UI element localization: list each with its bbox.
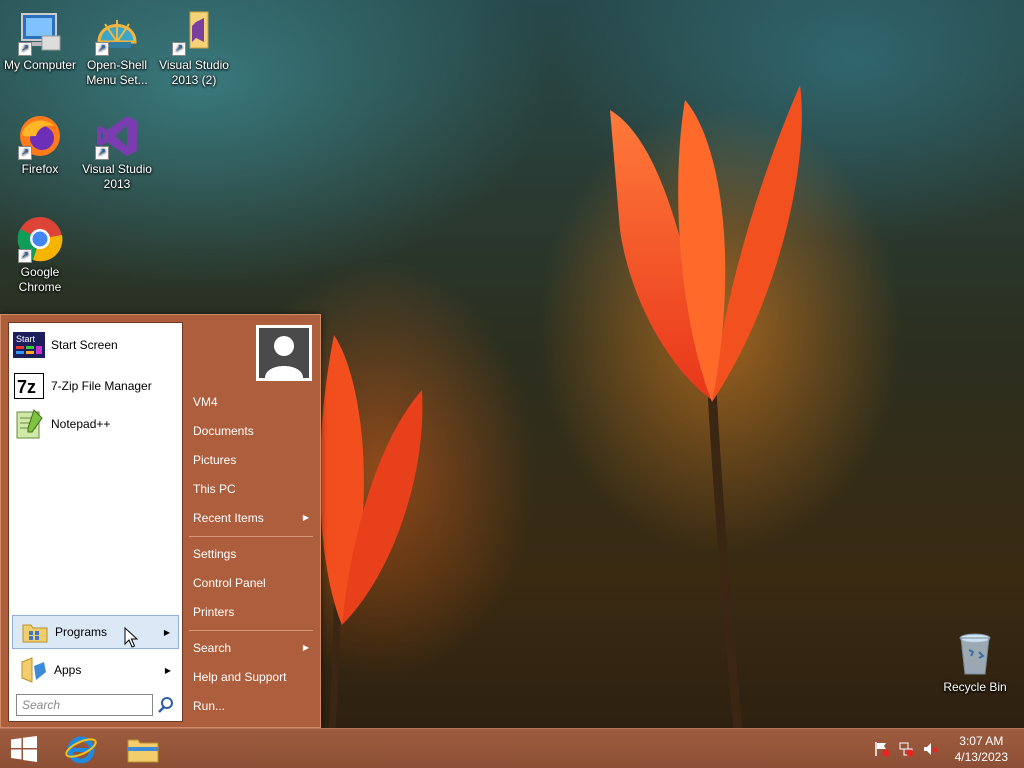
desktop-icon-my-computer[interactable]: ↗ My Computer [0,8,80,73]
computer-icon: ↗ [16,8,64,56]
system-clock[interactable]: 3:07 AM 4/13/2023 [955,733,1008,765]
pinned-item-notepad-plus-plus[interactable]: Notepad++ [13,407,179,441]
svg-text:Start: Start [16,334,36,344]
action-center-flag-icon[interactable] [874,741,890,757]
apps-menu-item[interactable]: Apps ▶ [12,653,179,687]
shortcut-arrow-icon: ↗ [18,146,32,160]
clock-date: 4/13/2023 [954,750,1008,764]
notepad-plus-plus-icon [13,408,45,440]
pinned-item-7zip[interactable]: 7z 7-Zip File Manager [13,369,179,403]
windows-logo-icon [11,736,37,762]
programs-menu-item[interactable]: Programs ▶ [12,615,179,649]
start-menu-search-input[interactable] [16,694,153,716]
shortcut-arrow-icon: ↗ [18,42,32,56]
menu-separator [189,536,313,537]
firefox-icon: ↗ [16,112,64,160]
pinned-item-label: 7-Zip File Manager [51,379,152,393]
volume-muted-icon[interactable] [922,741,938,757]
start-item-user[interactable]: VM4 [187,389,315,415]
shell-icon: ↗ [93,8,141,56]
desktop-icon-firefox[interactable]: ↗ Firefox [0,112,80,177]
start-item-recent-items[interactable]: Recent Items ▶ [187,505,315,531]
desktop-icon-google-chrome[interactable]: ↗ Google Chrome [0,215,80,295]
start-item-search[interactable]: Search ▶ [187,635,315,661]
user-silhouette-icon [259,328,309,378]
taskbar: 3:07 AM 4/13/2023 [0,728,1024,768]
recycle-bin-icon [951,630,999,678]
menu-separator [189,630,313,631]
shortcut-arrow-icon: ↗ [95,146,109,160]
folder-icon: ↗ [170,8,218,56]
programs-label: Programs [55,625,108,639]
start-item-control-panel[interactable]: Control Panel [187,570,315,596]
start-screen-icon: Start [13,329,45,361]
svg-text:7z: 7z [17,377,36,397]
7zip-icon: 7z [13,370,45,402]
pinned-item-start-screen[interactable]: Start Start Screen [13,328,179,362]
start-menu: Start Start Screen 7z 7-Zip File Manager [0,314,321,728]
shortcut-arrow-icon: ↗ [172,42,186,56]
programs-folder-icon [19,616,51,648]
chrome-icon: ↗ [16,215,64,263]
start-menu-left-pane: Start Start Screen 7z 7-Zip File Manager [8,322,183,722]
network-icon[interactable] [898,741,914,757]
desktop-icon-open-shell[interactable]: ↗ Open-Shell Menu Set... [77,8,157,88]
apps-label: Apps [54,663,82,677]
internet-explorer-icon [65,736,97,764]
wallpaper-tulip-large [610,85,802,730]
start-item-documents[interactable]: Documents [187,418,315,444]
file-explorer-icon [127,739,159,763]
start-item-help-and-support[interactable]: Help and Support [187,664,315,690]
user-avatar[interactable] [256,325,312,381]
desktop-icon-visual-studio-2013-2[interactable]: ↗ Visual Studio 2013 (2) [154,8,234,88]
desktop-icon-visual-studio-2013[interactable]: ↗ Visual Studio 2013 [77,112,157,192]
desktop-icon-recycle-bin[interactable]: Recycle Bin [935,630,1015,695]
start-item-this-pc[interactable]: This PC [187,476,315,502]
pinned-item-label: Start Screen [51,338,118,352]
start-button[interactable] [0,729,48,768]
taskbar-file-explorer[interactable] [120,729,166,768]
taskbar-internet-explorer[interactable] [58,729,104,768]
start-item-settings[interactable]: Settings [187,541,315,567]
apps-icon [18,654,50,686]
start-item-printers[interactable]: Printers [187,599,315,625]
wallpaper-tulip-small [320,335,423,730]
search-icon[interactable] [157,696,175,714]
visual-studio-icon: ↗ [93,112,141,160]
shortcut-arrow-icon: ↗ [95,42,109,56]
pinned-item-label: Notepad++ [51,417,111,431]
shortcut-arrow-icon: ↗ [18,249,32,263]
start-item-pictures[interactable]: Pictures [187,447,315,473]
chevron-right-icon: ▶ [163,627,170,637]
mouse-cursor-icon [124,627,138,648]
start-item-run[interactable]: Run... [187,693,315,719]
clock-time: 3:07 AM [959,734,1004,748]
chevron-right-icon: ▶ [302,513,309,522]
chevron-right-icon: ▶ [164,665,171,675]
chevron-right-icon: ▶ [302,643,309,652]
